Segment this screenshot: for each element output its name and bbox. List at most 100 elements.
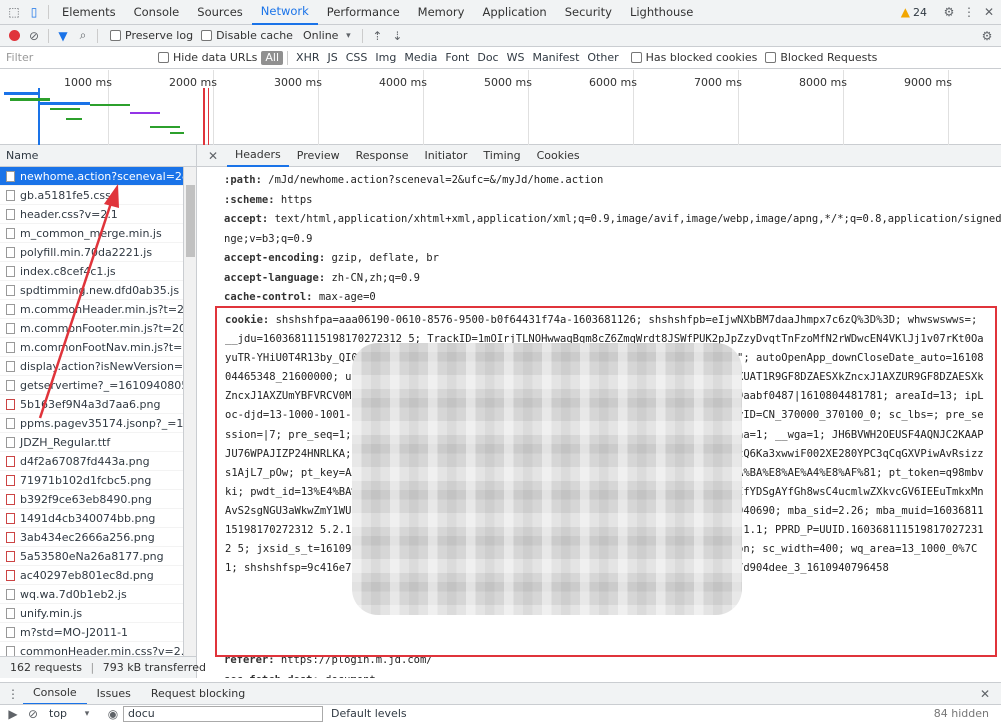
clear-console-icon[interactable]: ⊘: [23, 704, 43, 722]
name-column-header[interactable]: Name: [0, 145, 197, 167]
request-row[interactable]: 1491d4cb340074bb.png: [0, 509, 183, 528]
record-icon[interactable]: [4, 26, 24, 46]
hide-data-urls-checkbox[interactable]: [158, 52, 169, 63]
request-row[interactable]: spdtimming.new.dfd0ab35.js: [0, 281, 183, 300]
request-row[interactable]: ac40297eb801ec8d.png: [0, 566, 183, 585]
console-filter-input[interactable]: docu: [123, 705, 324, 722]
tab-network[interactable]: Network: [251, 0, 318, 25]
search-icon[interactable]: ⌕: [73, 26, 93, 46]
filter-type-css[interactable]: CSS: [342, 51, 372, 65]
detail-tab-response[interactable]: Response: [348, 145, 417, 167]
request-list-scrollbar[interactable]: [184, 167, 197, 656]
drawer-tab-issues[interactable]: Issues: [87, 683, 141, 705]
filter-type-js[interactable]: JS: [324, 51, 342, 65]
warning-count[interactable]: 24: [913, 6, 927, 19]
more-options-icon[interactable]: ⋮: [959, 2, 979, 22]
filter-type-ws[interactable]: WS: [503, 51, 529, 65]
request-row[interactable]: index.c8cef4c1.js: [0, 262, 183, 281]
request-row[interactable]: gb.a5181fe5.css: [0, 186, 183, 205]
filter-type-media[interactable]: Media: [400, 51, 441, 65]
filter-input[interactable]: Filter: [0, 51, 150, 64]
tab-performance[interactable]: Performance: [318, 0, 409, 25]
warning-icon[interactable]: ▲: [901, 5, 910, 19]
request-row[interactable]: 5b163ef9N4a3d7aa6.png: [0, 395, 183, 414]
clear-icon[interactable]: ⊘: [24, 26, 44, 46]
request-name: ppms.pagev35174.jsonp?_=16109: [20, 416, 183, 430]
detail-tab-headers[interactable]: Headers: [227, 145, 289, 167]
detail-tab-preview[interactable]: Preview: [289, 145, 348, 167]
scrollbar-thumb[interactable]: [186, 185, 195, 257]
drawer-tab-console[interactable]: Console: [23, 683, 87, 705]
request-row[interactable]: m.commonFooter.min.js?t=20200: [0, 319, 183, 338]
filter-type-manifest[interactable]: Manifest: [528, 51, 583, 65]
chevron-down-icon[interactable]: ▾: [77, 704, 97, 722]
request-row[interactable]: m_common_merge.min.js: [0, 224, 183, 243]
request-list: newhome.action?sceneval=2&ufc gb.a5181fe5…: [0, 167, 184, 656]
request-row[interactable]: m.commonHeader.min.js?t=2018: [0, 300, 183, 319]
detail-tab-initiator[interactable]: Initiator: [416, 145, 475, 167]
request-row[interactable]: commonHeader.min.css?v=2.4.2: [0, 642, 183, 656]
context-select[interactable]: top: [49, 707, 67, 720]
chevron-down-icon[interactable]: ▾: [338, 26, 358, 46]
has-blocked-cookies-checkbox[interactable]: [630, 52, 642, 63]
divider: [97, 28, 98, 43]
live-expression-icon[interactable]: ◉: [103, 704, 123, 722]
sidebar-toggle-icon[interactable]: ▶: [3, 704, 23, 722]
filter-icon[interactable]: ▼: [53, 26, 73, 46]
filter-type-doc[interactable]: Doc: [473, 51, 502, 65]
network-settings-icon[interactable]: ⚙: [977, 26, 997, 46]
request-row[interactable]: polyfill.min.70da2221.js: [0, 243, 183, 262]
request-row[interactable]: b392f9ce63eb8490.png: [0, 490, 183, 509]
import-har-icon[interactable]: ⇡: [367, 26, 387, 46]
filter-type-other[interactable]: Other: [583, 51, 622, 65]
tab-application[interactable]: Application: [473, 0, 555, 25]
close-detail-icon[interactable]: ✕: [203, 146, 223, 166]
request-row[interactable]: m?std=MO-J2011-1: [0, 623, 183, 642]
detail-tab-timing[interactable]: Timing: [475, 145, 528, 167]
filter-type-all[interactable]: All: [261, 50, 284, 65]
export-har-icon[interactable]: ⇣: [387, 26, 407, 46]
drawer-tab-request-blocking[interactable]: Request blocking: [141, 683, 255, 705]
request-name: 3ab434ec2666a256.png: [20, 530, 155, 544]
request-row[interactable]: unify.min.js: [0, 604, 183, 623]
document-file-icon: [6, 436, 15, 448]
close-drawer-icon[interactable]: ✕: [975, 684, 995, 704]
request-row[interactable]: d4f2a67087fd443a.png: [0, 452, 183, 471]
request-row[interactable]: ppms.pagev35174.jsonp?_=16109: [0, 414, 183, 433]
header-row: :scheme: https: [224, 191, 1001, 211]
detail-tab-cookies[interactable]: Cookies: [529, 145, 588, 167]
throttling-select[interactable]: Online: [303, 29, 338, 42]
tab-elements[interactable]: Elements: [53, 0, 125, 25]
request-row[interactable]: newhome.action?sceneval=2&ufc: [0, 167, 183, 186]
timeline-overview[interactable]: 1000 ms 2000 ms 3000 ms 4000 ms 5000 ms 6000 …: [0, 70, 1001, 145]
drawer-menu-icon[interactable]: ⋮: [3, 684, 23, 704]
device-toolbar-icon[interactable]: ▯: [24, 2, 44, 22]
tab-security[interactable]: Security: [556, 0, 621, 25]
timeline-tick-label: 8000 ms: [799, 76, 847, 89]
request-row[interactable]: 71971b102d1fcbc5.png: [0, 471, 183, 490]
blocked-requests-checkbox[interactable]: [765, 52, 777, 63]
filter-type-font[interactable]: Font: [441, 51, 473, 65]
settings-icon[interactable]: ⚙: [939, 2, 959, 22]
log-levels-select[interactable]: Default levels: [331, 707, 407, 720]
inspect-element-icon[interactable]: ⬚: [4, 2, 24, 22]
request-row[interactable]: display.action?isNewVersion=1&: [0, 357, 183, 376]
filter-type-img[interactable]: Img: [371, 51, 400, 65]
close-devtools-icon[interactable]: ✕: [979, 2, 999, 22]
disable-cache-checkbox[interactable]: [201, 30, 213, 41]
tab-lighthouse[interactable]: Lighthouse: [621, 0, 702, 25]
request-row[interactable]: 3ab434ec2666a256.png: [0, 528, 183, 547]
request-row[interactable]: 5a53580eNa26a8177.png: [0, 547, 183, 566]
tab-sources[interactable]: Sources: [188, 0, 252, 25]
request-row[interactable]: JDZH_Regular.ttf: [0, 433, 183, 452]
request-row[interactable]: m.commonFootNav.min.js?t=202: [0, 338, 183, 357]
tab-memory[interactable]: Memory: [409, 0, 474, 25]
request-row[interactable]: wq.wa.7d0b1eb2.js: [0, 585, 183, 604]
filter-type-xhr[interactable]: XHR: [292, 51, 323, 65]
request-row[interactable]: header.css?v=2.1: [0, 205, 183, 224]
preserve-log-checkbox[interactable]: [110, 30, 121, 41]
request-row[interactable]: getservertime?_=1610940805876: [0, 376, 183, 395]
request-name: m.commonFooter.min.js?t=20200: [20, 321, 183, 335]
tab-console[interactable]: Console: [125, 0, 189, 25]
document-file-icon: [6, 303, 15, 315]
